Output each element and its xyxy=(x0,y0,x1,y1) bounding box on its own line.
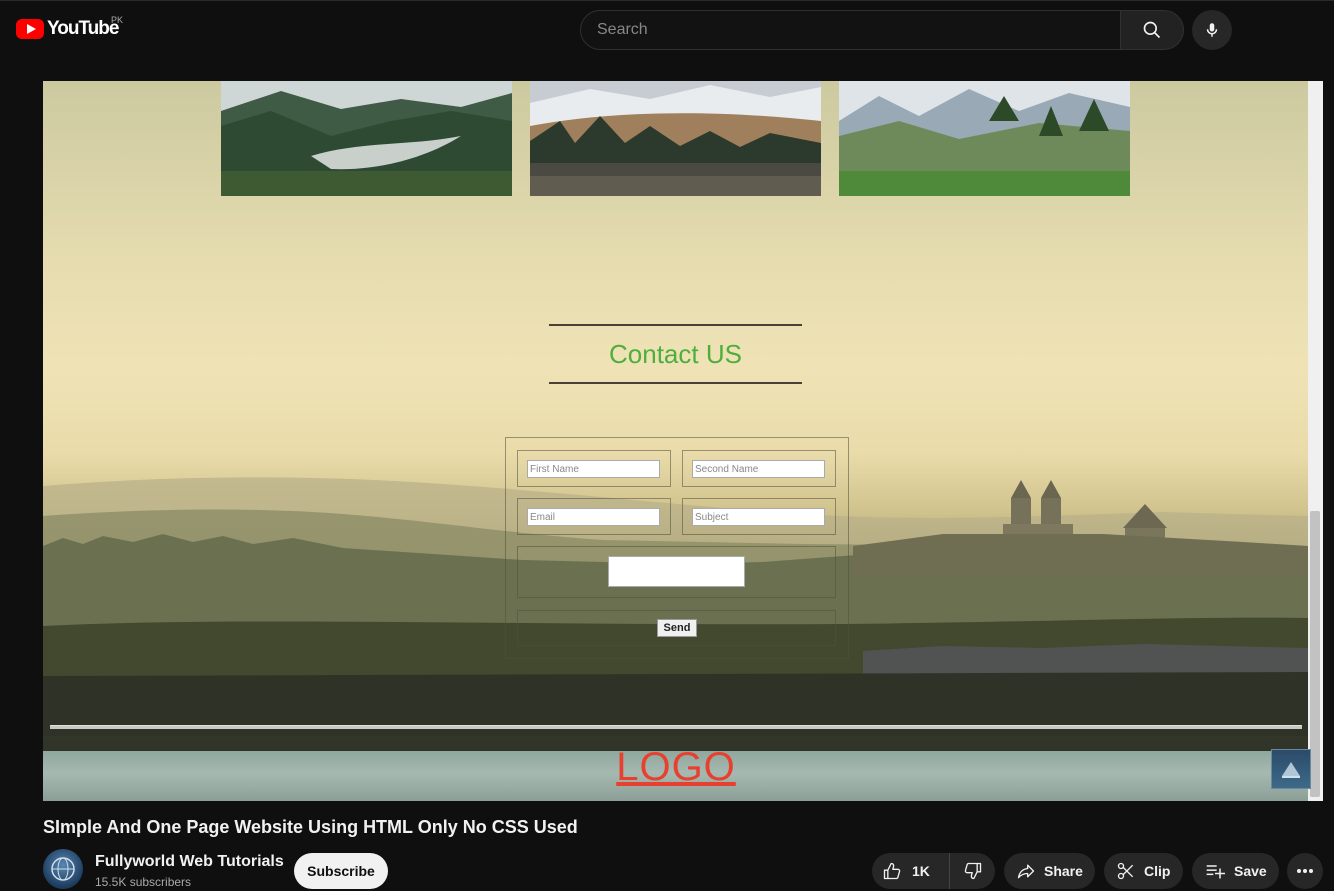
like-count: 1K xyxy=(912,863,930,879)
subscribe-button[interactable]: Subscribe xyxy=(294,853,388,889)
save-button[interactable]: Save xyxy=(1192,853,1279,889)
channel-logo-icon xyxy=(1282,762,1300,778)
avatar-globe-icon xyxy=(51,857,75,881)
second-name-field[interactable] xyxy=(692,460,825,478)
message-textarea[interactable] xyxy=(608,556,745,587)
search-box xyxy=(580,10,1121,50)
share-label: Share xyxy=(1044,863,1083,879)
heading-rule-bottom xyxy=(549,382,802,384)
share-button[interactable]: Share xyxy=(1004,853,1095,889)
gallery-image-mountains xyxy=(839,81,1130,196)
channel-avatar[interactable] xyxy=(43,849,83,889)
search-button[interactable] xyxy=(1120,10,1184,50)
horizontal-rule xyxy=(50,725,1302,729)
region-code: PK xyxy=(111,15,124,25)
subject-field[interactable] xyxy=(692,508,825,526)
footer-logo: LOGO xyxy=(616,745,736,789)
save-label: Save xyxy=(1234,863,1267,879)
gallery-image-river xyxy=(221,81,512,196)
first-name-field[interactable] xyxy=(527,460,660,478)
email-field[interactable] xyxy=(527,508,660,526)
clip-label: Clip xyxy=(1144,863,1171,879)
mic-icon xyxy=(1206,23,1218,37)
dislike-icon xyxy=(964,862,981,880)
more-icon xyxy=(1297,869,1313,873)
like-dislike-group: 1K xyxy=(872,853,995,889)
voice-search-button[interactable] xyxy=(1192,10,1232,50)
channel-watermark[interactable] xyxy=(1271,749,1311,789)
heading-rule-top xyxy=(549,324,802,326)
like-icon xyxy=(883,862,901,880)
video-title: SImple And One Page Website Using HTML O… xyxy=(43,817,578,837)
youtube-logo-icon xyxy=(16,19,44,39)
brand-wordmark: YouTube xyxy=(47,18,119,39)
scissors-icon xyxy=(1117,862,1134,880)
clip-button[interactable]: Clip xyxy=(1104,853,1183,889)
subscriber-count: 15.5K subscribers xyxy=(95,875,192,889)
send-button[interactable]: Send xyxy=(657,619,697,637)
channel-name[interactable]: Fullyworld Web Tutorials xyxy=(95,853,284,871)
like-button[interactable]: 1K xyxy=(872,853,950,889)
contact-heading: Contact US xyxy=(609,339,742,369)
image-gallery xyxy=(221,81,1131,196)
dislike-button[interactable] xyxy=(950,853,995,889)
share-icon xyxy=(1017,864,1035,879)
search-icon xyxy=(1143,21,1161,39)
search-input[interactable] xyxy=(597,11,1097,49)
gallery-image-lake xyxy=(530,81,821,196)
contact-form: Send xyxy=(505,437,849,659)
playlist-add-icon xyxy=(1206,865,1225,879)
masthead: YouTube PK xyxy=(0,0,1334,56)
more-actions-button[interactable] xyxy=(1287,853,1323,889)
scrollbar-thumb[interactable] xyxy=(1310,511,1320,797)
youtube-home-link[interactable]: YouTube PK xyxy=(16,15,123,40)
video-player[interactable]: Contact US Send LOGO xyxy=(43,81,1323,801)
